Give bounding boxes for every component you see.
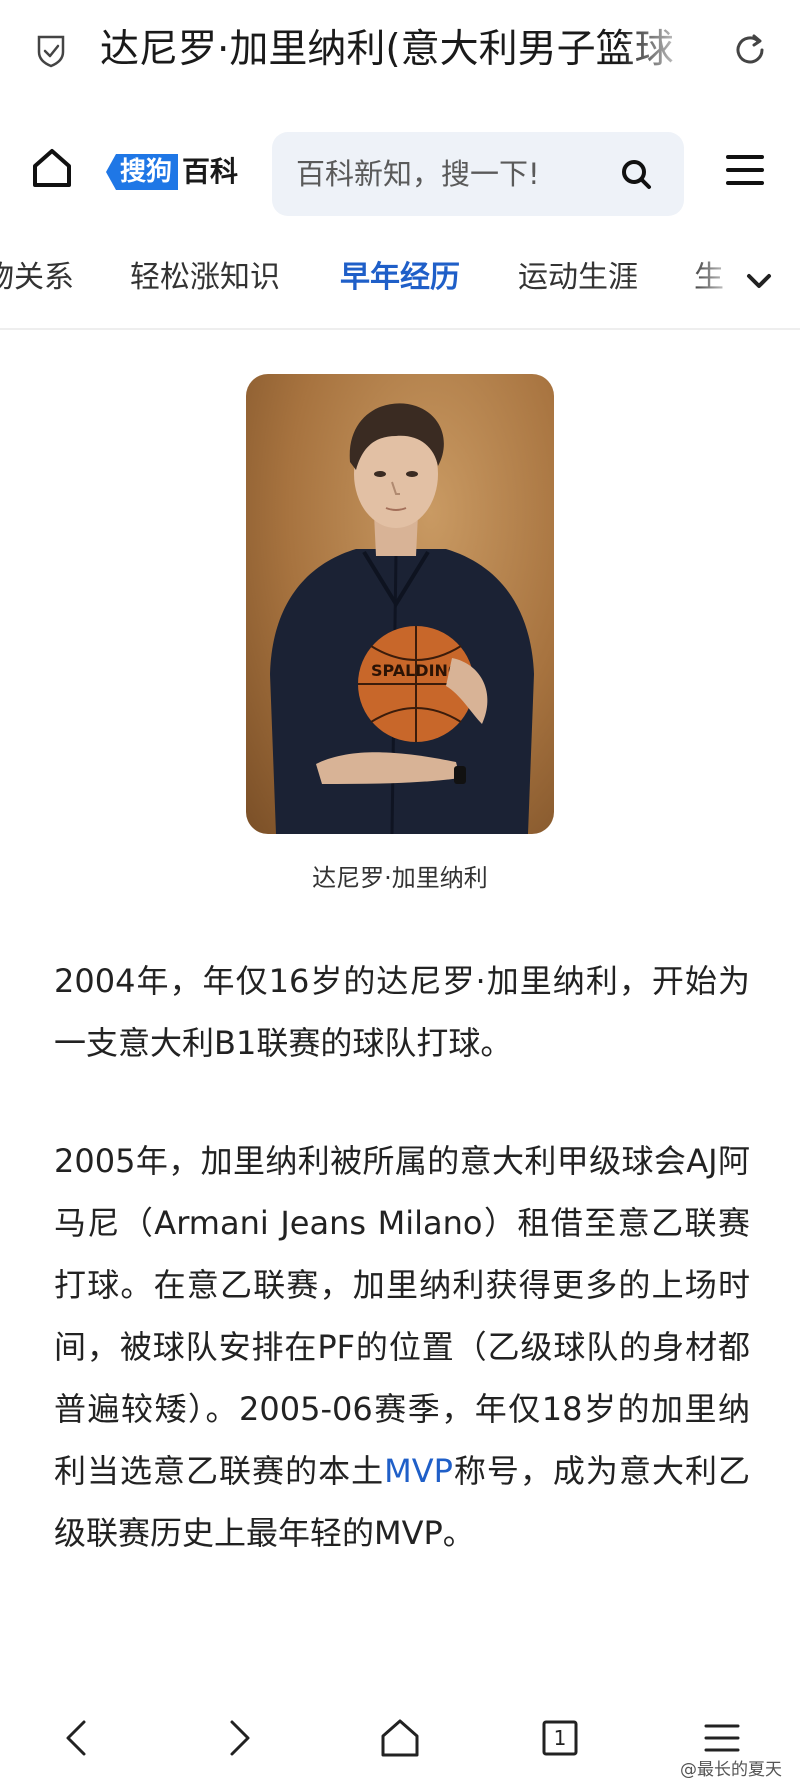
chevron-down-icon[interactable] — [744, 266, 774, 296]
tab-relations[interactable]: 物关系 — [0, 254, 74, 302]
watermark: @最长的夏天 — [680, 1760, 782, 1780]
logo-text: 百科 — [182, 155, 239, 188]
logo-tag: 搜狗 — [106, 154, 179, 190]
back-icon[interactable] — [56, 1716, 100, 1760]
search-box[interactable] — [272, 132, 684, 216]
forward-icon[interactable] — [216, 1716, 260, 1760]
site-header: 搜狗 百科 — [0, 104, 800, 236]
tab-early-life[interactable]: 早年经历 — [340, 254, 460, 302]
refresh-icon[interactable] — [730, 30, 770, 70]
page-title: 达尼罗·加里纳利(意大利男子篮球 — [100, 27, 674, 72]
paragraph-2004: 2004年，年仅16岁的达尼罗·加里纳利，开始为一支意大利B1联赛的球队打球。 — [54, 962, 750, 1062]
browser-title-bar: 达尼罗·加里纳利(意大利男子篮球 — [0, 0, 800, 104]
section-tabs: 物关系 轻松涨知识 早年经历 运动生涯 生 — [0, 236, 800, 330]
menu-icon[interactable] — [726, 152, 764, 188]
search-input[interactable] — [296, 132, 596, 216]
tabs-button[interactable]: 1 — [538, 1716, 582, 1760]
title-fade — [620, 20, 710, 80]
paragraph-2005: 2005年，加里纳利被所属的意大利甲级球会AJ阿马尼（Armani Jeans … — [54, 1130, 750, 1564]
home-nav-icon[interactable] — [378, 1716, 422, 1760]
tab-count: 1 — [553, 1726, 567, 1750]
home-icon[interactable] — [30, 146, 74, 190]
mvp-link[interactable]: MVP — [384, 1452, 453, 1490]
search-icon[interactable] — [618, 156, 654, 192]
sogou-baike-logo[interactable]: 搜狗 百科 — [106, 152, 238, 192]
paragraph-2005-text-a: 2005年，加里纳利被所属的意大利甲级球会AJ阿马尼（Armani Jeans … — [54, 1142, 750, 1490]
more-menu-icon[interactable] — [700, 1716, 744, 1760]
shield-check-icon[interactable] — [36, 34, 66, 68]
ball-text: SPALDING — [371, 661, 461, 680]
player-portrait-illustration: SPALDING — [270, 403, 534, 834]
tab-career[interactable]: 运动生涯 — [518, 254, 638, 302]
player-photo[interactable]: SPALDING — [246, 374, 554, 834]
photo-caption: 达尼罗·加里纳利 — [312, 864, 488, 892]
tab-knowledge[interactable]: 轻松涨知识 — [130, 254, 280, 302]
